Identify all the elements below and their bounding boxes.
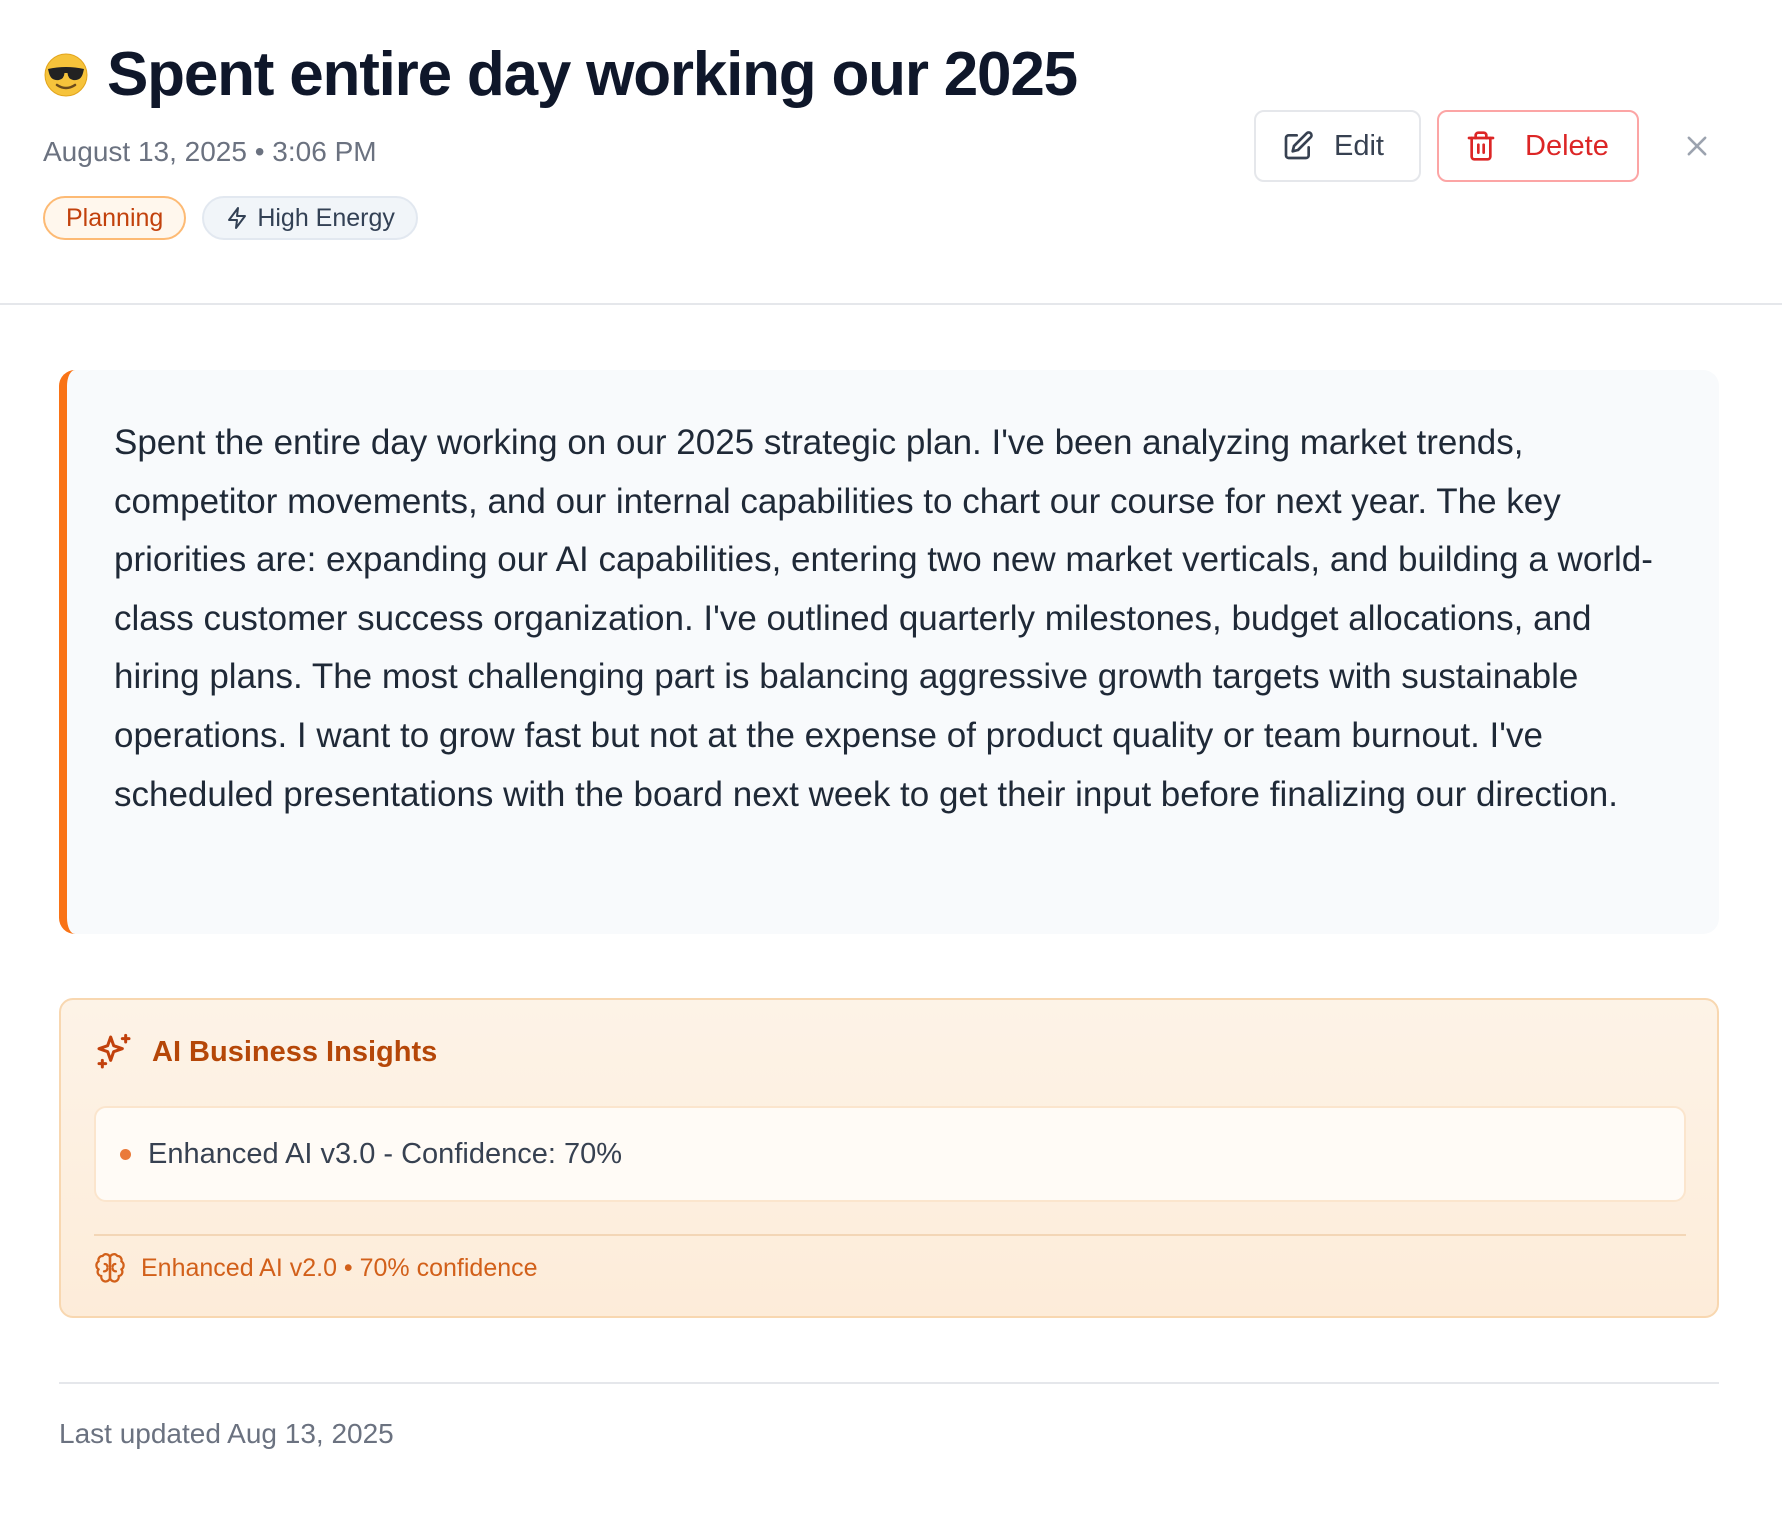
trash-icon xyxy=(1467,131,1495,161)
lightning-icon xyxy=(228,207,247,229)
bullet-dot xyxy=(120,1148,131,1160)
edit-button[interactable]: Edit xyxy=(1254,110,1421,182)
edit-button-label: Edit xyxy=(1334,129,1384,162)
entry-header: Spent entire day working our 2025 August… xyxy=(0,0,1782,305)
ai-insights-panel: AI Business Insights Enhanced AI v3.0 - … xyxy=(59,998,1719,1318)
delete-button-label: Delete xyxy=(1525,129,1609,162)
title-row: Spent entire day working our 2025 xyxy=(43,38,1078,112)
brain-icon xyxy=(95,1253,125,1283)
delete-button[interactable]: Delete xyxy=(1437,110,1639,182)
entry-body-text: Spent the entire day working on our 2025… xyxy=(114,423,1653,814)
entry-datetime: August 13, 2025 • 3:06 PM xyxy=(43,136,377,167)
ai-insights-title: AI Business Insights xyxy=(152,1035,438,1068)
ai-insights-header: AI Business Insights xyxy=(94,1032,437,1072)
last-updated-text: Last updated Aug 13, 2025 xyxy=(59,1418,394,1449)
sparkles-icon xyxy=(97,1033,131,1069)
close-icon xyxy=(1687,136,1707,156)
tag-planning[interactable]: Planning xyxy=(43,196,187,240)
tag-high-energy[interactable]: High Energy xyxy=(202,196,418,240)
insights-divider xyxy=(94,1234,1686,1236)
tag-high-energy-label: High Energy xyxy=(257,203,395,232)
close-button[interactable] xyxy=(1681,130,1713,162)
tag-list: Planning High Energy xyxy=(43,196,418,240)
page-title: Spent entire day working our 2025 xyxy=(107,40,1078,109)
ai-model-info-text: Enhanced AI v2.0 • 70% confidence xyxy=(141,1253,538,1282)
sunglasses-emoji-icon xyxy=(44,53,88,97)
edit-icon xyxy=(1284,131,1313,160)
insight-list-item: Enhanced AI v3.0 - Confidence: 70% xyxy=(94,1106,1686,1202)
entry-actions: Edit Delete xyxy=(1254,110,1713,182)
entry-content-card: Spent the entire day working on our 2025… xyxy=(59,370,1719,934)
ai-model-info: Enhanced AI v2.0 • 70% confidence xyxy=(94,1252,538,1284)
footer-divider xyxy=(59,1382,1719,1384)
insight-text: Enhanced AI v3.0 - Confidence: 70% xyxy=(148,1137,622,1170)
journal-entry-view: Spent entire day working our 2025 August… xyxy=(0,0,1782,1516)
